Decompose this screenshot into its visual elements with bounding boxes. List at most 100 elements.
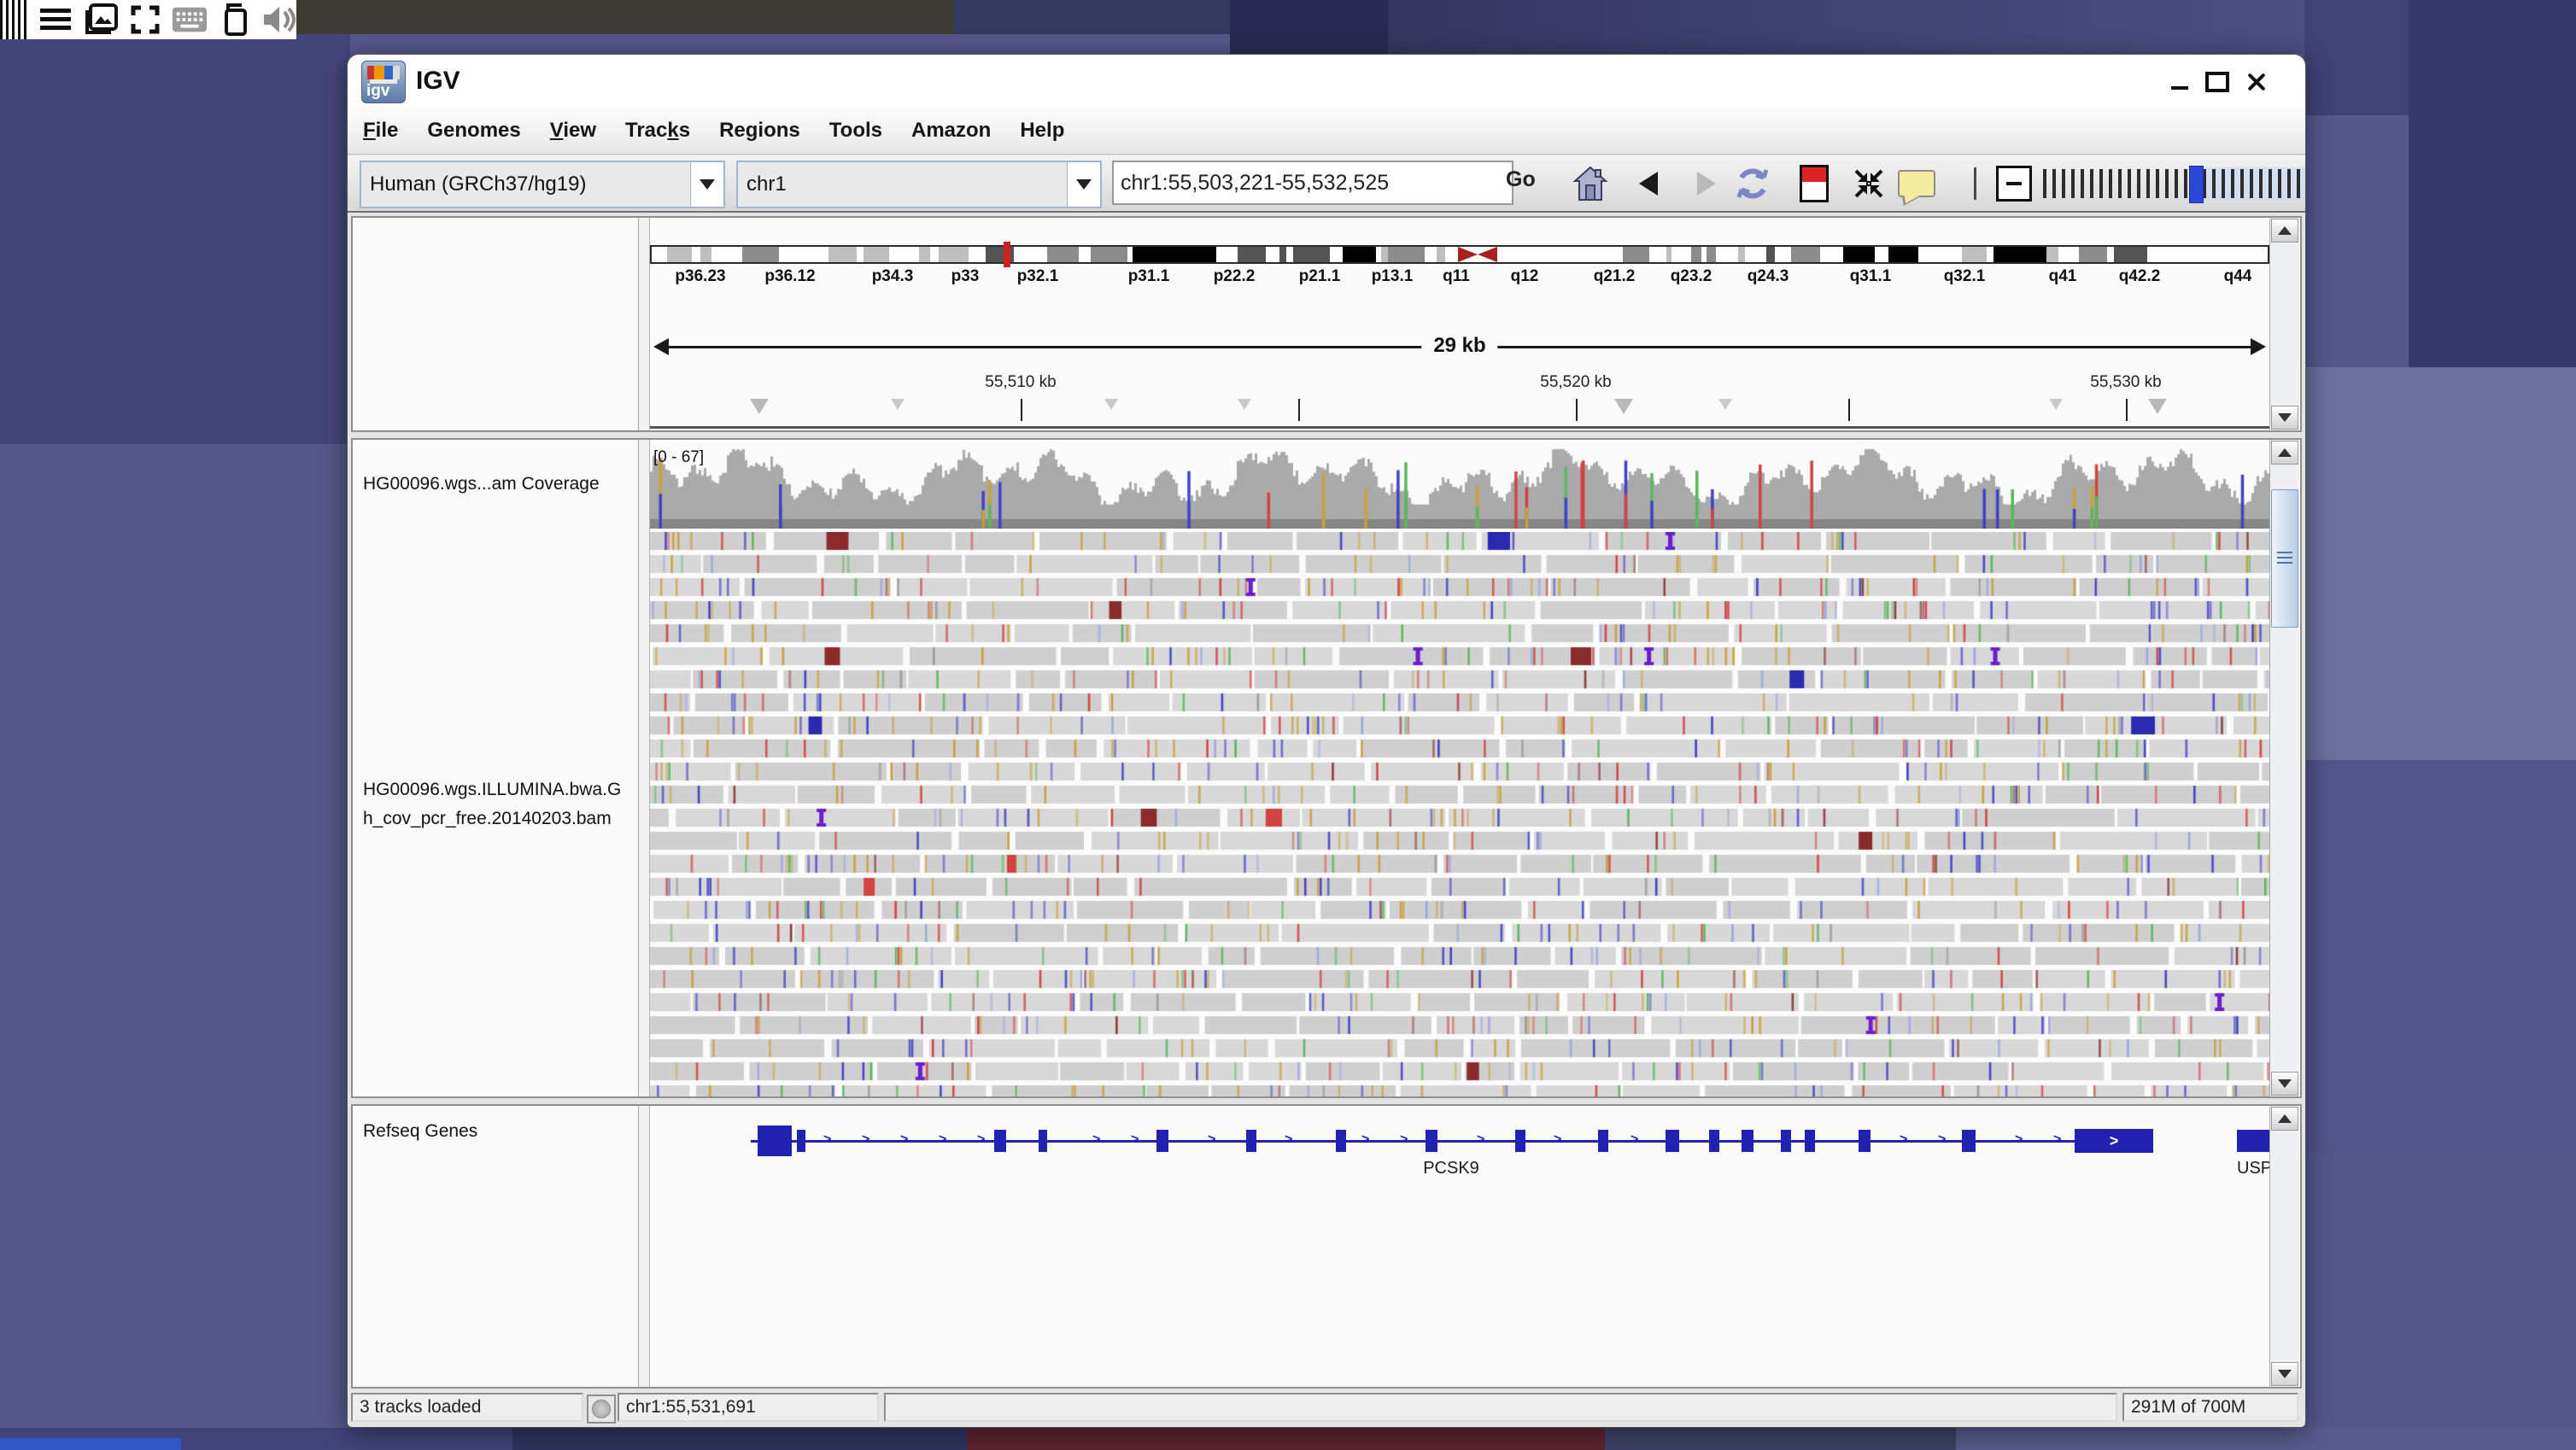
cytoband[interactable] <box>1133 247 1216 262</box>
scrollbar-thumb[interactable] <box>2271 489 2298 628</box>
zoom-tick[interactable] <box>2175 169 2178 198</box>
zoom-tick[interactable] <box>2062 169 2065 198</box>
cytoband[interactable] <box>939 247 969 262</box>
drag-handle-icon[interactable] <box>0 0 28 39</box>
maximize-button[interactable] <box>2203 70 2232 94</box>
zoom-tick[interactable] <box>2156 169 2159 198</box>
zoom-tick[interactable] <box>2250 169 2253 198</box>
gene-exon[interactable] <box>1426 1130 1437 1152</box>
cytoband[interactable] <box>1707 247 1717 262</box>
locus-panel-scrollbar[interactable] <box>2269 218 2298 430</box>
cytoband[interactable] <box>1266 247 1279 262</box>
gene-exon[interactable] <box>1805 1130 1815 1152</box>
gene-exon[interactable] <box>994 1130 1006 1152</box>
clipboard-icon[interactable] <box>219 3 250 37</box>
zoom-tick[interactable] <box>2269 169 2272 198</box>
fit-to-window-icon[interactable] <box>1849 164 1888 203</box>
zoom-tick[interactable] <box>2128 169 2131 198</box>
zoom-tick[interactable] <box>2043 169 2046 198</box>
zoom-tick[interactable] <box>2137 169 2140 198</box>
gene-track-name[interactable]: Refseq Genes <box>363 1121 477 1142</box>
gene-first-exon[interactable] <box>758 1126 792 1156</box>
chevron-down-icon[interactable] <box>690 162 723 207</box>
cytoband[interactable] <box>652 247 667 262</box>
cytoband[interactable] <box>889 247 919 262</box>
forward-icon[interactable] <box>1687 164 1726 203</box>
zoom-tick[interactable] <box>2240 169 2244 198</box>
scroll-up-button[interactable] <box>2271 219 2298 243</box>
cytoband[interactable] <box>1047 247 1079 262</box>
chromosome-select[interactable]: chr1 <box>736 161 1102 208</box>
zoom-tick[interactable] <box>2090 169 2093 198</box>
menu-view[interactable]: View <box>550 119 596 143</box>
gene-exon[interactable] <box>1709 1130 1719 1152</box>
cytoband[interactable] <box>1437 247 1445 262</box>
cytoband[interactable] <box>1820 247 1843 262</box>
tooltip-icon[interactable] <box>1897 164 1936 203</box>
scroll-down-button[interactable] <box>2271 1072 2298 1096</box>
audio-icon[interactable] <box>262 3 296 37</box>
cytoband[interactable] <box>1649 247 1666 262</box>
coverage-histogram[interactable] <box>650 448 2269 529</box>
gene-exon[interactable] <box>1666 1130 1679 1152</box>
gene-exon[interactable] <box>1039 1130 1047 1152</box>
back-icon[interactable] <box>1629 164 1668 203</box>
scroll-down-button[interactable] <box>2271 1362 2298 1386</box>
menu-icon[interactable] <box>40 3 72 37</box>
locus-data-area[interactable]: p36.23p36.12p34.3p33p32.1p31.1p22.2p21.1… <box>650 218 2269 430</box>
coverage-track-name[interactable]: HG00096.wgs...am Coverage <box>363 474 600 494</box>
zoom-tick[interactable] <box>2278 169 2281 198</box>
cytoband[interactable] <box>1875 247 1888 262</box>
cytoband[interactable] <box>1279 247 1286 262</box>
cytoband[interactable] <box>1238 247 1266 262</box>
zoom-tick[interactable] <box>2071 169 2075 198</box>
cytoband[interactable] <box>857 247 864 262</box>
locus-input[interactable]: chr1:55,503,221-55,532,525 <box>1112 161 1513 205</box>
cytoband[interactable] <box>1445 247 1459 262</box>
alignment-panel-scrollbar[interactable] <box>2269 440 2298 1096</box>
gene-end-exon[interactable]: > <box>2075 1129 2153 1153</box>
cytoband[interactable] <box>667 247 692 262</box>
zoom-tick[interactable] <box>2287 169 2291 198</box>
alignment-track-name-line1[interactable]: HG00096.wgs.ILLUMINA.bwa.G <box>363 780 621 800</box>
zoom-tick[interactable] <box>2297 169 2300 198</box>
zoom-tick[interactable] <box>2165 169 2169 198</box>
cytoband[interactable] <box>2107 247 2114 262</box>
cytoband[interactable] <box>1293 247 1330 262</box>
cytoband[interactable] <box>1962 247 1987 262</box>
refresh-icon[interactable] <box>1733 164 1772 203</box>
zoom-tick[interactable] <box>2231 169 2234 198</box>
cytoband[interactable] <box>1766 247 1775 262</box>
feature-panel-scrollbar[interactable] <box>2269 1106 2298 1387</box>
keyboard-icon[interactable] <box>173 3 207 37</box>
cytoband[interactable] <box>919 247 931 262</box>
gene-exon[interactable] <box>797 1130 805 1152</box>
zoom-tick[interactable] <box>2212 169 2216 198</box>
cytoband[interactable] <box>700 247 712 262</box>
chevron-down-icon[interactable] <box>1067 162 1100 207</box>
zoom-tick[interactable] <box>2184 169 2187 198</box>
zoom-tick[interactable] <box>2259 169 2263 198</box>
gene-label-pcsk9[interactable]: PCSK9 <box>1423 1159 1479 1178</box>
zoom-tick[interactable] <box>2081 169 2084 198</box>
cytoband[interactable] <box>1091 247 1127 262</box>
cytoband[interactable] <box>1079 247 1091 262</box>
scroll-up-button[interactable] <box>2271 441 2298 465</box>
gene-exon[interactable] <box>1742 1130 1753 1152</box>
cytoband[interactable] <box>1286 247 1293 262</box>
zoom-slider-thumb[interactable] <box>2189 166 2204 203</box>
cytoband[interactable] <box>1381 247 1388 262</box>
cytoband[interactable] <box>1791 247 1819 262</box>
menu-regions[interactable]: Regions <box>719 119 800 143</box>
alignment-track-name-line2[interactable]: h_cov_pcr_free.20140203.bam <box>363 809 612 829</box>
cytoband[interactable] <box>969 247 986 262</box>
cytoband[interactable] <box>930 247 939 262</box>
minimize-button[interactable] <box>2165 70 2194 94</box>
cytoband[interactable] <box>1716 247 1737 262</box>
menu-tracks[interactable]: Tracks <box>625 119 690 143</box>
cytoband[interactable] <box>779 247 829 262</box>
fullscreen-icon[interactable] <box>130 3 161 37</box>
scroll-down-button[interactable] <box>2271 406 2298 430</box>
cytoband[interactable] <box>2079 247 2107 262</box>
centromere[interactable] <box>1458 247 1497 262</box>
